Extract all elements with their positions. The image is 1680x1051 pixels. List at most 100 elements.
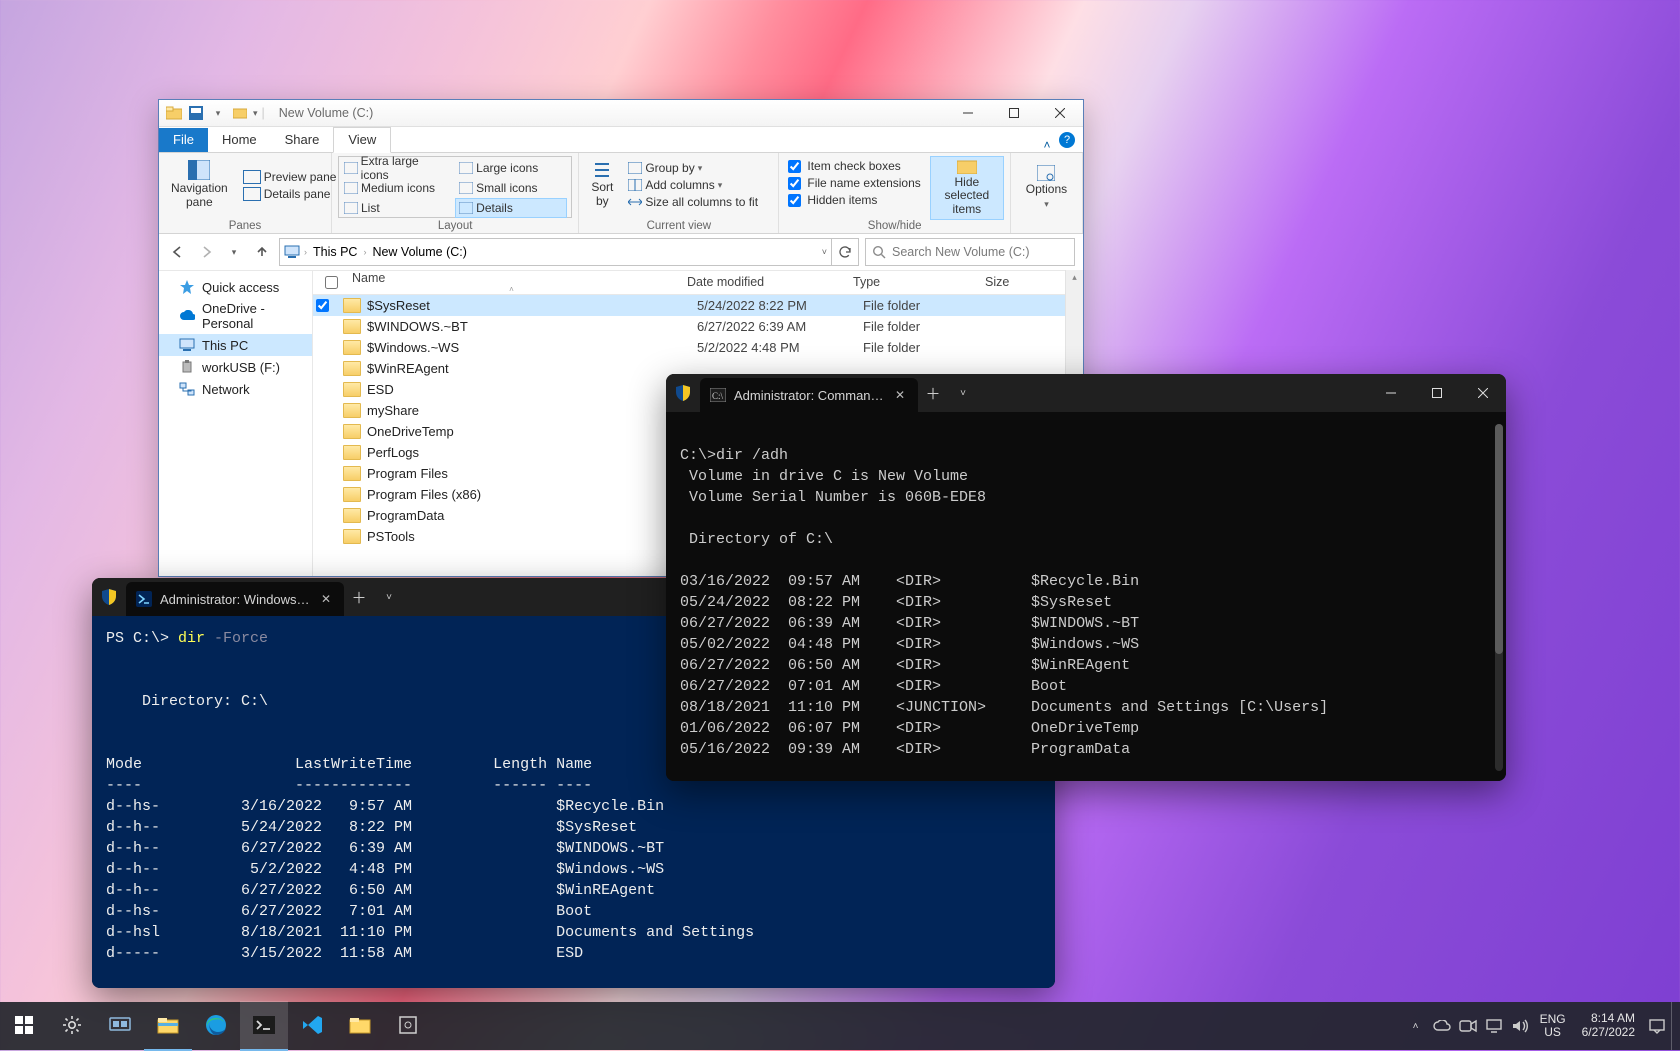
start-button[interactable] (0, 1001, 48, 1049)
layout-option[interactable]: Large icons (455, 158, 567, 178)
tab-home[interactable]: Home (208, 128, 271, 152)
forward-button[interactable] (195, 241, 217, 263)
sort-by-button[interactable]: Sort by (585, 154, 619, 216)
tree-item[interactable]: Network (159, 378, 312, 400)
close-button[interactable] (1037, 100, 1083, 126)
language-indicator[interactable]: ENGUS (1534, 1013, 1572, 1039)
ribbon-tabs: File Home Share View ˄ ? (159, 127, 1083, 153)
new-tab-button[interactable]: ＋ (918, 383, 948, 404)
explorer2-taskbar-icon[interactable] (336, 1001, 384, 1049)
terminal-scrollbar-thumb[interactable] (1495, 424, 1503, 654)
vscode-taskbar-icon[interactable] (288, 1001, 336, 1049)
terminal-tab[interactable]: Administrator: Windows Powe ✕ (126, 582, 344, 616)
tray-volume-icon[interactable] (1508, 1002, 1532, 1050)
back-button[interactable] (167, 241, 189, 263)
tray-meet-now-icon[interactable] (1456, 1002, 1480, 1050)
help-icon[interactable]: ? (1059, 132, 1075, 148)
quick-access-toolbar: ▾ ▾ | (159, 104, 271, 122)
crumb-volume[interactable]: New Volume (C:) (370, 245, 468, 259)
terminal-titlebar[interactable]: C:\ Administrator: Command Prom ✕ ＋ ˅ (666, 374, 1506, 412)
folder-icon (343, 424, 361, 439)
show-desktop-button[interactable] (1671, 1002, 1678, 1050)
cmd-window[interactable]: C:\ Administrator: Command Prom ✕ ＋ ˅ C:… (666, 374, 1506, 781)
notifications-icon[interactable] (1645, 1002, 1669, 1050)
terminal-tab[interactable]: C:\ Administrator: Command Prom ✕ (700, 378, 918, 412)
preview-pane-button[interactable]: Preview pane (240, 169, 340, 185)
up-button[interactable] (251, 241, 273, 263)
folder-icon (343, 529, 361, 544)
hide-selected-items-button[interactable]: Hide selected items (930, 156, 1004, 220)
file-name-extensions-toggle[interactable]: File name extensions (785, 175, 923, 191)
tab-view[interactable]: View (333, 127, 391, 153)
terminal-taskbar-icon[interactable] (240, 1001, 288, 1051)
qat-drop-icon[interactable]: ▾ (209, 104, 227, 122)
edge-browser-icon[interactable] (192, 1001, 240, 1049)
add-columns-button[interactable]: Add columns ▾ (625, 177, 761, 193)
tree-item[interactable]: workUSB (F:) (159, 356, 312, 378)
explorer-nav: ▾ › This PC › New Volume (C:) ˅ Search N… (159, 234, 1083, 271)
file-row[interactable]: $WINDOWS.~BT6/27/2022 6:39 AMFile folder (313, 316, 1083, 337)
clock[interactable]: 8:14 AM6/27/2022 (1574, 1012, 1643, 1040)
options-button[interactable]: Options ▾ (1017, 156, 1076, 218)
explorer-titlebar[interactable]: ▾ ▾ | New Volume (C:) (159, 100, 1083, 127)
column-headers[interactable]: Name ˄ Date modified Type Size (313, 270, 1083, 295)
hidden-items-toggle[interactable]: Hidden items (785, 192, 923, 208)
refresh-button[interactable] (832, 238, 859, 266)
row-checkbox[interactable] (316, 299, 329, 312)
details-pane-button[interactable]: Details pane (240, 186, 340, 202)
file-explorer-taskbar-icon[interactable] (144, 1001, 192, 1051)
layout-option[interactable]: Extra large icons (340, 158, 452, 178)
generic-app-icon[interactable] (384, 1001, 432, 1049)
tab-dropdown-icon[interactable]: ˅ (374, 592, 404, 603)
file-row[interactable]: $Windows.~WS5/2/2022 4:48 PMFile folder (313, 337, 1083, 358)
folder-icon (343, 508, 361, 523)
item-check-boxes-toggle[interactable]: Item check boxes (785, 158, 923, 174)
task-view-icon[interactable] (96, 1001, 144, 1049)
size-all-columns-button[interactable]: Size all columns to fit (625, 194, 761, 210)
maximize-button[interactable] (991, 100, 1037, 126)
tab-close-icon[interactable]: ✕ (318, 592, 334, 606)
layout-option[interactable]: List (340, 198, 452, 218)
settings-icon[interactable] (48, 1001, 96, 1049)
group-by-button[interactable]: Group by ▾ (625, 160, 761, 176)
taskbar[interactable]: ˄ ENGUS 8:14 AM6/27/2022 (0, 1002, 1680, 1050)
collapse-ribbon-icon[interactable]: ˄ (1035, 138, 1059, 152)
recent-dropdown-icon[interactable]: ▾ (223, 241, 245, 263)
tab-share[interactable]: Share (271, 128, 334, 152)
qat-dropdown-icon[interactable]: ▾ (253, 108, 258, 119)
new-tab-button[interactable]: ＋ (344, 587, 374, 608)
maximize-button[interactable] (1414, 374, 1460, 412)
folder-icon (343, 445, 361, 460)
layout-option[interactable]: Small icons (455, 178, 567, 198)
folder-icon (343, 487, 361, 502)
tree-item[interactable]: This PC (159, 334, 312, 356)
tray-overflow-icon[interactable]: ˄ (1404, 1002, 1428, 1050)
close-button[interactable] (1460, 374, 1506, 412)
tab-file[interactable]: File (159, 128, 208, 152)
minimize-button[interactable] (945, 100, 991, 126)
tree-item[interactable]: OneDrive - Personal (159, 298, 312, 334)
pc-icon (284, 245, 300, 259)
minimize-button[interactable] (1368, 374, 1414, 412)
shield-icon (92, 588, 126, 606)
tray-onedrive-icon[interactable] (1430, 1002, 1454, 1050)
navigation-pane-button[interactable]: Navigation pane (165, 154, 234, 216)
search-box[interactable]: Search New Volume (C:) (865, 238, 1075, 266)
tray-network-icon[interactable] (1482, 1002, 1506, 1050)
terminal-output[interactable]: C:\>dir /adh Volume in drive C is New Vo… (666, 412, 1506, 781)
address-dropdown-icon[interactable]: ˅ (822, 247, 827, 257)
file-row[interactable]: $SysReset5/24/2022 8:22 PMFile folder (313, 295, 1083, 316)
layout-option[interactable]: Medium icons (340, 178, 452, 198)
tree-item[interactable]: Quick access (159, 276, 312, 298)
crumb-this-pc[interactable]: This PC (311, 245, 359, 259)
tab-dropdown-icon[interactable]: ˅ (948, 388, 978, 399)
address-bar[interactable]: › This PC › New Volume (C:) ˅ (279, 238, 832, 266)
folder-tree[interactable]: Quick accessOneDrive - PersonalThis PCwo… (159, 270, 313, 576)
tab-close-icon[interactable]: ✕ (892, 388, 908, 402)
layout-option[interactable]: Details (455, 198, 567, 218)
folder-small-icon (231, 104, 249, 122)
layout-options[interactable]: Extra large iconsLarge iconsMedium icons… (338, 156, 572, 218)
star-icon (179, 279, 195, 295)
qat-save-icon[interactable] (187, 104, 205, 122)
select-all-checkbox[interactable] (325, 276, 338, 289)
